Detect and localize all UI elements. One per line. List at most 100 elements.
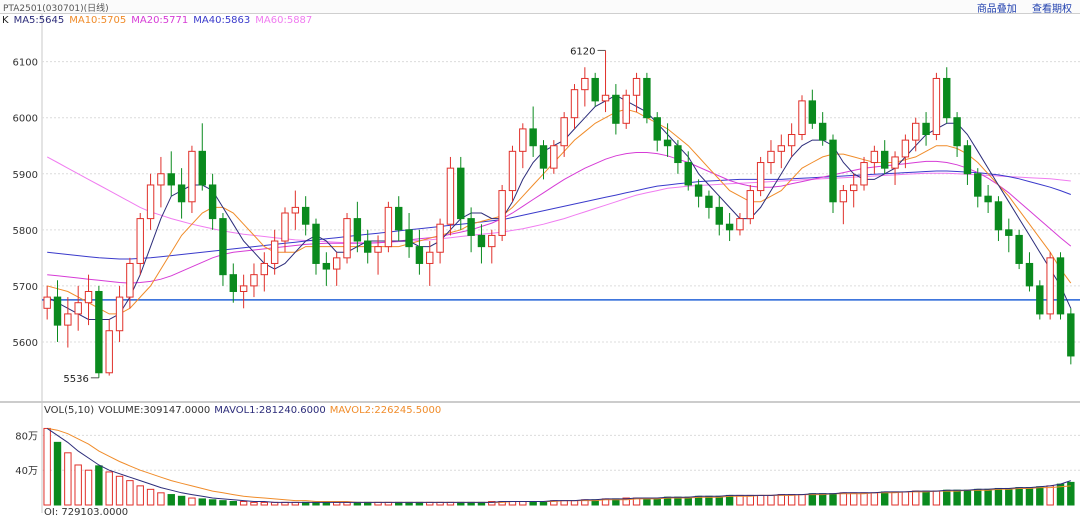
chart-header-bar: PTA2501(030701)(日线) 商品叠加 查看期权: [0, 0, 1080, 15]
candle-body-26: [312, 223, 320, 264]
candle-body-87: [943, 77, 951, 119]
volume-bar-67: [736, 494, 744, 506]
volume-bar-94: [1015, 487, 1023, 506]
volume-bar-8: [126, 480, 134, 506]
volume-bar-18: [229, 501, 237, 506]
candle-body-40: [457, 167, 465, 220]
volume-bar-16: [208, 499, 217, 506]
candle-body-84: [912, 122, 920, 141]
volume-bar-68: [746, 494, 754, 506]
price-tick-label-1: 5700: [13, 282, 38, 293]
volume-bar-74: [808, 493, 817, 506]
candle-body-97: [1046, 257, 1054, 315]
candle-body-17: [219, 218, 227, 276]
overlay-commodity-link[interactable]: 商品叠加: [977, 4, 1017, 15]
volume-bar-77: [839, 492, 848, 506]
candle-body-66: [725, 223, 734, 231]
price-tick-label-3: 5900: [13, 170, 38, 181]
candle-body-36: [415, 246, 424, 264]
candle-body-41: [467, 218, 475, 236]
candle-body-22: [270, 240, 279, 264]
volume-bar-15: [198, 498, 206, 506]
candle-body-99: [1067, 313, 1075, 357]
candle-body-30: [353, 218, 362, 242]
candle-body-53: [591, 77, 599, 102]
volume-tick-label-0: 40万: [15, 466, 38, 477]
candle-body-64: [705, 195, 713, 208]
candle-body-3: [74, 302, 82, 315]
candle-body-62: [684, 162, 692, 186]
kline-chart[interactable]: 5600 5700 5800 5900 6000 6100 40万 80万 6120 5536: [0, 0, 1080, 513]
candlesticks: [43, 50, 1075, 378]
candle-body-70: [767, 150, 775, 164]
candle-body-46: [519, 128, 527, 152]
volume-bar-5: [95, 465, 103, 506]
ma-legend-item-2: MA10:5705: [69, 15, 127, 26]
candle-body-16: [208, 184, 217, 220]
volume-bar-71: [777, 494, 786, 506]
volume-bar-83: [901, 491, 910, 506]
volume-bar-84: [912, 490, 920, 506]
volume-bar-92: [994, 487, 1003, 506]
candle-body-19: [239, 285, 248, 292]
candle-body-77: [839, 190, 848, 203]
volume-bar-78: [849, 492, 858, 506]
candle-body-33: [384, 206, 393, 248]
volume-bar-10: [146, 488, 155, 506]
volume-bar-14: [188, 497, 196, 506]
volume-bar-79: [860, 492, 868, 506]
volume-bar-2: [64, 452, 72, 506]
candle-body-59: [653, 117, 661, 141]
candle-body-96: [1036, 285, 1044, 315]
volume-average-lines: [46, 427, 1071, 503]
volume-bar-4: [84, 469, 93, 506]
candle-body-34: [395, 206, 403, 231]
candle-body-37: [426, 251, 434, 264]
volume-bar-3: [74, 464, 82, 506]
candle-body-28: [332, 257, 341, 270]
volume-bar-96: [1036, 486, 1044, 506]
candle-body-11: [157, 173, 165, 186]
volume-bar-17: [219, 500, 227, 506]
mavol1-line: [46, 427, 1071, 503]
candle-body-71: [777, 145, 786, 152]
price-grid: [0, 14, 1080, 513]
candle-body-39: [446, 167, 455, 225]
volume-bar-88: [953, 489, 961, 506]
candle-body-75: [818, 122, 827, 141]
candle-body-47: [529, 128, 537, 147]
candle-body-55: [612, 94, 620, 124]
candle-body-56: [622, 94, 630, 124]
candle-body-58: [643, 77, 651, 119]
candle-body-86: [932, 77, 941, 136]
ma-legend-item-5: MA60:5887: [255, 15, 313, 26]
candle-body-57: [632, 77, 641, 96]
price-tick-label-5: 6100: [13, 58, 38, 69]
candle-body-5: [95, 290, 103, 374]
volume-bar-19: [239, 501, 248, 506]
volume-bar-80: [870, 492, 879, 506]
candle-body-79: [860, 162, 868, 186]
volume-bar-7: [115, 475, 124, 506]
volume-bar-21: [260, 501, 269, 506]
annotation-label-1: 5536: [63, 374, 88, 385]
candle-body-8: [126, 262, 134, 298]
volume-bar-86: [932, 490, 941, 506]
candle-body-69: [756, 162, 765, 192]
volume-bar-91: [984, 488, 992, 506]
volume-bar-82: [891, 491, 899, 506]
candle-body-12: [167, 173, 175, 186]
volume-bar-69: [756, 494, 765, 506]
view-options-link[interactable]: 查看期权: [1032, 4, 1072, 15]
candle-body-48: [539, 145, 548, 169]
contract-title: PTA2501(030701)(日线): [3, 4, 109, 14]
candle-body-94: [1015, 234, 1023, 264]
volume-bar-70: [767, 494, 775, 506]
volume-bar-46: [519, 501, 527, 506]
volume-bar-48: [539, 501, 548, 506]
volume-bars: [43, 427, 1075, 506]
volume-bar-50: [560, 500, 568, 506]
volume-bar-1: [53, 441, 62, 506]
candle-body-44: [498, 190, 506, 236]
candle-body-9: [136, 218, 144, 264]
